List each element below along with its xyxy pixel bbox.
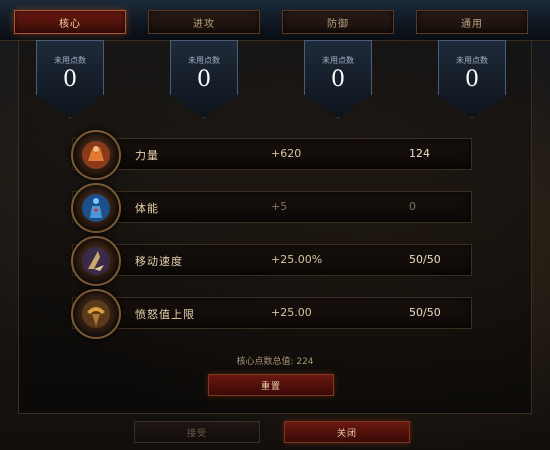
- movement-speed-icon: [71, 236, 121, 286]
- tab-offense[interactable]: 进攻: [148, 10, 260, 34]
- paragon-window: 核心 进攻 防御 通用 未用点数 0 未用点数 0 未用点数 0 未用点数 0 …: [0, 0, 550, 450]
- unspent-points-value: 0: [331, 67, 345, 92]
- stat-name: 移动速度: [135, 255, 183, 268]
- unspent-points-label: 未用点数: [322, 56, 354, 65]
- strength-icon: [71, 130, 121, 180]
- stat-value: 50/50: [409, 253, 441, 266]
- unspent-points-value: 0: [197, 67, 211, 92]
- tab-core[interactable]: 核心: [14, 10, 126, 34]
- unspent-points-value: 0: [465, 67, 479, 92]
- stat-value: 50/50: [409, 306, 441, 319]
- reset-button[interactable]: 重置: [208, 374, 334, 396]
- core-points-total: 核心点数总值: 224: [236, 357, 314, 367]
- unspent-points-label: 未用点数: [188, 56, 220, 65]
- max-fury-icon: [71, 289, 121, 339]
- close-button[interactable]: 关闭: [284, 421, 410, 443]
- unspent-points-label: 未用点数: [54, 56, 86, 65]
- unspent-points-value: 0: [63, 67, 77, 92]
- stat-bonus: +5: [271, 200, 288, 213]
- stat-name: 力量: [135, 149, 159, 162]
- stat-name: 体能: [135, 202, 159, 215]
- accept-button[interactable]: 接受: [134, 421, 260, 443]
- stat-row-vitality[interactable]: 体能 +5 0: [71, 183, 472, 233]
- stat-row-max-fury[interactable]: 愤怒值上限 +25.00 50/50: [71, 289, 472, 339]
- stat-bonus: +620: [271, 147, 302, 160]
- tab-bar: 核心 进攻 防御 通用: [0, 0, 550, 41]
- vitality-icon: [71, 183, 121, 233]
- stat-row-strength[interactable]: 力量 +620 124: [71, 130, 472, 180]
- stat-bonus: +25.00: [271, 306, 312, 319]
- stat-value: 0: [409, 200, 416, 213]
- tab-utility[interactable]: 通用: [416, 10, 528, 34]
- stat-name: 愤怒值上限: [135, 308, 195, 321]
- tab-defense[interactable]: 防御: [282, 10, 394, 34]
- unspent-points-label: 未用点数: [456, 56, 488, 65]
- stat-value: 124: [409, 147, 430, 160]
- stat-row-movement-speed[interactable]: 移动速度 +25.00% 50/50: [71, 236, 472, 286]
- stat-bonus: +25.00%: [271, 253, 323, 266]
